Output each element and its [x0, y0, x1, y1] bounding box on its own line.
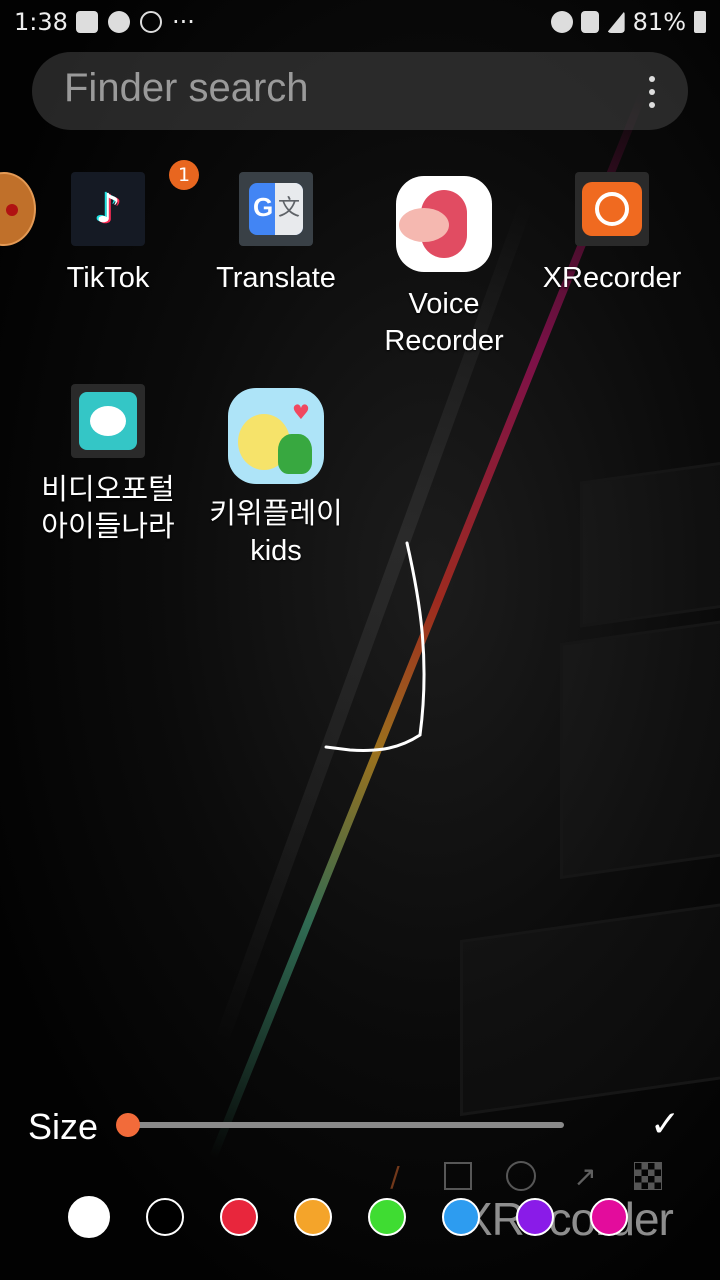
color-swatch-green[interactable] [368, 1198, 406, 1236]
drawn-stroke [324, 541, 426, 752]
color-swatch-black[interactable] [146, 1198, 184, 1236]
confirm-check-icon[interactable]: ✓ [650, 1104, 680, 1145]
rectangle-icon[interactable] [444, 1162, 472, 1190]
color-swatch-white[interactable] [68, 1196, 110, 1238]
size-slider-thumb[interactable] [116, 1113, 140, 1137]
color-swatch-orange[interactable] [294, 1198, 332, 1236]
drawing-tools: / ↗ [380, 1156, 662, 1196]
brush-size-row: Size ✓ [0, 1100, 720, 1160]
circle-icon[interactable] [506, 1161, 536, 1191]
color-palette [68, 1196, 628, 1238]
color-swatch-blue[interactable] [442, 1198, 480, 1236]
color-swatch-magenta[interactable] [590, 1198, 628, 1236]
arrow-icon[interactable]: ↗ [570, 1160, 600, 1193]
color-swatch-red[interactable] [220, 1198, 258, 1236]
color-swatch-purple[interactable] [516, 1198, 554, 1236]
size-slider[interactable] [128, 1122, 564, 1128]
size-label: Size [28, 1106, 99, 1147]
mosaic-icon[interactable] [634, 1162, 662, 1190]
brush-icon[interactable]: / [380, 1160, 410, 1193]
